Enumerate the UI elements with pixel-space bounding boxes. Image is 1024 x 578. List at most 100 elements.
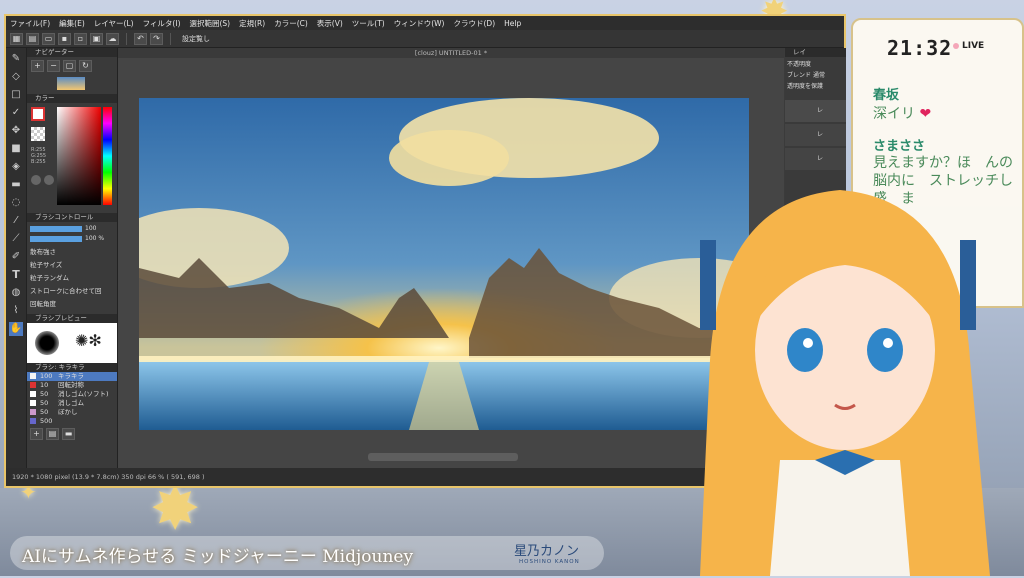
brush-list-item[interactable]: 500	[27, 417, 117, 426]
undo-icon[interactable]: ↶	[134, 32, 147, 45]
brush-list-item[interactable]: 50 消しゴム(ソフト)	[27, 390, 117, 399]
menu-file[interactable]: ファイル(F)	[10, 18, 50, 29]
brush-size-value: 100	[85, 225, 97, 232]
lasso-tool-icon[interactable]: ◌	[9, 196, 23, 210]
brush-list-item[interactable]: 100 キラキラ	[27, 372, 117, 381]
smudge-tool-icon[interactable]: ⌇	[9, 304, 23, 318]
primary-color-swatch[interactable]	[31, 107, 45, 121]
brush-menu-icon[interactable]: ▤	[46, 428, 59, 440]
brush-control-title: ブラシコントロール	[27, 213, 117, 222]
cloud-icon[interactable]: ☁	[106, 32, 119, 45]
menu-layer[interactable]: レイヤー(L)	[94, 18, 134, 29]
brush-preview: ✺✻	[27, 323, 117, 363]
protect-alpha-checkbox[interactable]: 透明度を保護	[787, 81, 844, 92]
navigator-controls: + − ▢ ↻	[27, 57, 117, 75]
document-tab[interactable]: [clouz] UNTITLED-01 *	[118, 48, 784, 58]
chat-message: 春坂 深イリ ❤	[873, 84, 1013, 123]
brush-color-chip	[30, 400, 36, 406]
left-panel: ナビゲーター + − ▢ ↻ カラー R:255 G:255 B:255 ブラシ…	[27, 48, 118, 468]
saturation-box[interactable]	[57, 107, 101, 205]
paste-icon[interactable]: ▣	[90, 32, 103, 45]
open-file-icon[interactable]: ▤	[26, 32, 39, 45]
particle-size-label[interactable]: 粒子サイズ	[30, 259, 114, 272]
brush-size-slider[interactable]	[30, 225, 82, 232]
navigator-thumbnail[interactable]	[57, 77, 85, 90]
tool-column: ✎ ◇ □ ✓ ✥ ■ ◈ ▬ ◌ ⁄ ⟋ ✐ T ◍ ⌇ ✋	[6, 48, 27, 468]
menu-ruler[interactable]: 定規(R)	[239, 18, 265, 29]
color-mode-icon[interactable]	[31, 175, 41, 185]
eraser-tool-icon[interactable]: ◇	[9, 70, 23, 84]
blur-tool-icon[interactable]: ◍	[9, 286, 23, 300]
brush-control-panel: 100 100 % 散布強さ 粒子サイズ 粒子ランダム ストロークに合わせて回 …	[27, 222, 117, 314]
rotation-angle-label[interactable]: 回転角度	[30, 298, 114, 311]
brush-opacity-slider[interactable]	[30, 235, 82, 242]
brush-size: 500	[40, 417, 53, 425]
horizontal-scrollbar[interactable]	[368, 453, 518, 461]
menu-select[interactable]: 選択範囲(S)	[190, 18, 231, 29]
hue-slider[interactable]	[103, 107, 112, 205]
brush-size: 50	[40, 408, 49, 416]
rgb-readout: R:255 G:255 B:255	[31, 147, 46, 165]
brush-name: 回転対称	[58, 381, 84, 389]
layer-row[interactable]: レ	[785, 124, 846, 146]
color-wheel-icon[interactable]	[44, 175, 54, 185]
layer-row[interactable]: レ	[785, 100, 846, 122]
avatar-illustration	[700, 190, 990, 576]
divider	[126, 32, 127, 45]
stream-title: AIにサムネ作らせる ミッドジャーニー Midjouney	[22, 547, 414, 567]
text-tool-icon[interactable]: T	[9, 268, 23, 282]
menu-bar: ファイル(F) 編集(E) レイヤー(L) フィルタ(I) 選択範囲(S) 定規…	[6, 16, 844, 30]
blue-value: B:255	[31, 159, 46, 165]
heart-icon: ❤	[919, 106, 932, 122]
check-icon[interactable]: ✓	[9, 106, 23, 120]
bucket-tool-icon[interactable]: ◈	[9, 160, 23, 174]
gradient-tool-icon[interactable]: ▬	[9, 178, 23, 192]
menu-help[interactable]: Help	[504, 19, 521, 28]
sparkle-preview-icon: ✺✻	[75, 331, 102, 350]
menu-filter[interactable]: フィルタ(I)	[143, 18, 181, 29]
add-brush-icon[interactable]: +	[30, 428, 43, 440]
blend-mode-select[interactable]: 通常	[813, 72, 825, 79]
fill-rect-icon[interactable]: ■	[9, 142, 23, 156]
deselect-button[interactable]: 設定覧し	[182, 34, 210, 44]
wand-tool-icon[interactable]: ⁄	[9, 214, 23, 228]
menu-tool[interactable]: ツール(T)	[352, 18, 385, 29]
menu-cloud[interactable]: クラウド(D)	[454, 18, 496, 29]
scatter-strength-label[interactable]: 散布強さ	[30, 246, 114, 259]
redo-icon[interactable]: ↷	[150, 32, 163, 45]
menu-view[interactable]: 表示(V)	[317, 18, 343, 29]
hand-tool-icon[interactable]: ✋	[9, 322, 23, 336]
chat-text: 深イリ	[873, 106, 915, 122]
eyedropper-icon[interactable]: ⟋	[9, 232, 23, 246]
particle-random-label[interactable]: 粒子ランダム	[30, 272, 114, 285]
brush-size: 10	[40, 381, 49, 389]
brush-size: 50	[40, 399, 49, 407]
rotate-icon[interactable]: ↻	[79, 60, 92, 72]
save-icon[interactable]: ▪	[58, 32, 71, 45]
stroke-rotate-label[interactable]: ストロークに合わせて回	[30, 285, 114, 298]
zoom-out-icon[interactable]: −	[47, 60, 60, 72]
menu-color[interactable]: カラー(C)	[274, 18, 308, 29]
zoom-in-icon[interactable]: +	[31, 60, 44, 72]
move-tool-icon[interactable]: ✥	[9, 124, 23, 138]
brush-list-item[interactable]: 10 回転対称	[27, 381, 117, 390]
brush-preview-title: ブラシプレビュー	[27, 314, 117, 323]
select-rect-icon[interactable]: □	[9, 88, 23, 102]
new-file-icon[interactable]: ▦	[10, 32, 23, 45]
menu-window[interactable]: ウィンドウ(W)	[394, 18, 445, 29]
comment-icon[interactable]: ▭	[42, 32, 55, 45]
divider	[170, 32, 171, 45]
brush-list-item[interactable]: 50 消しゴム	[27, 399, 117, 408]
brush-list-item[interactable]: 50 ぼかし	[27, 408, 117, 417]
pen-tool-icon[interactable]: ✐	[9, 250, 23, 264]
fit-icon[interactable]: ▢	[63, 60, 76, 72]
layer-panel-title: レイ	[785, 48, 846, 57]
brush-color-chip	[30, 391, 36, 397]
copy-icon[interactable]: ▫	[74, 32, 87, 45]
brush-folder-icon[interactable]: ▬	[62, 428, 75, 440]
secondary-color-swatch[interactable]	[31, 127, 45, 141]
brush-tool-icon[interactable]: ✎	[9, 52, 23, 66]
layer-opacity-label[interactable]: 不透明度	[787, 59, 844, 70]
menu-edit[interactable]: 編集(E)	[59, 18, 85, 29]
channel-logo-subtitle: HOSHINO KANON	[519, 559, 580, 565]
